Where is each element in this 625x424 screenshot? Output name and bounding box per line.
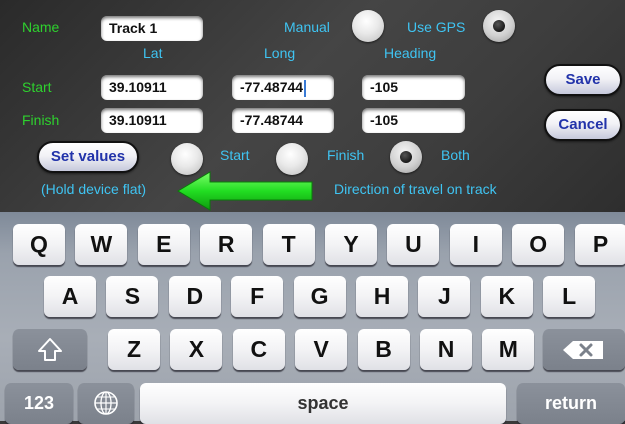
manual-radio[interactable]	[352, 10, 384, 42]
return-key[interactable]: return	[517, 383, 625, 424]
key-q[interactable]: Q	[13, 224, 65, 265]
key-y[interactable]: Y	[325, 224, 377, 265]
key-z[interactable]: Z	[108, 329, 160, 370]
shift-key[interactable]	[13, 329, 87, 370]
finish-long-field[interactable]: -77.48744	[232, 108, 334, 133]
on-screen-keyboard: QWERTYUIOP ASDFGHJKL ZXCVBNM 123 space r…	[0, 212, 625, 424]
manual-label: Manual	[284, 19, 330, 35]
key-m[interactable]: M	[482, 329, 535, 370]
key-s[interactable]: S	[106, 276, 159, 317]
key-u[interactable]: U	[387, 224, 440, 265]
key-f[interactable]: F	[231, 276, 284, 317]
key-n[interactable]: N	[420, 329, 472, 370]
start-lat-field[interactable]: 39.10911	[101, 75, 203, 100]
key-k[interactable]: K	[480, 276, 533, 317]
key-w[interactable]: W	[75, 224, 128, 265]
key-d[interactable]: D	[168, 276, 221, 317]
key-h[interactable]: H	[356, 276, 408, 317]
numbers-key[interactable]: 123	[5, 383, 73, 424]
use-gps-label: Use GPS	[407, 19, 466, 35]
both-option-radio[interactable]	[390, 141, 422, 173]
save-button[interactable]: Save	[544, 64, 622, 96]
both-option-label: Both	[441, 147, 470, 163]
key-p[interactable]: P	[574, 224, 625, 265]
use-gps-radio[interactable]	[483, 10, 515, 42]
start-heading-field[interactable]: -105	[362, 75, 465, 100]
start-row-label: Start	[22, 79, 52, 95]
key-b[interactable]: B	[357, 329, 410, 370]
delete-key[interactable]	[543, 329, 625, 370]
column-header-heading: Heading	[384, 45, 437, 61]
globe-key[interactable]	[78, 383, 134, 424]
set-values-button[interactable]: Set values	[37, 141, 139, 173]
key-o[interactable]: O	[512, 224, 565, 265]
key-t[interactable]: T	[262, 224, 315, 265]
name-label: Name	[22, 19, 60, 35]
key-j[interactable]: J	[418, 276, 471, 317]
backspace-icon	[563, 341, 603, 359]
column-header-long: Long	[264, 45, 296, 61]
cancel-button[interactable]: Cancel	[544, 109, 622, 141]
globe-icon	[94, 391, 118, 415]
track-settings-form: Name Track 1 Manual Use GPS Lat Long Hea…	[0, 0, 625, 212]
finish-row-label: Finish	[22, 112, 60, 128]
key-g[interactable]: G	[293, 276, 346, 317]
key-v[interactable]: V	[295, 329, 348, 370]
start-option-label: Start	[220, 147, 250, 163]
space-key[interactable]: space	[140, 383, 506, 424]
hold-flat-note: (Hold device flat)	[41, 181, 147, 197]
start-long-value: -77.48744	[240, 79, 304, 95]
shift-arrow-icon	[38, 338, 62, 361]
finish-option-label: Finish	[327, 147, 365, 163]
name-field[interactable]: Track 1	[101, 16, 203, 41]
finish-heading-field[interactable]: -105	[362, 108, 465, 133]
start-long-field[interactable]: -77.48744	[232, 75, 334, 100]
key-c[interactable]: C	[232, 329, 285, 370]
key-a[interactable]: A	[44, 276, 96, 317]
finish-lat-field[interactable]: 39.10911	[101, 108, 203, 133]
direction-arrow-icon	[176, 170, 316, 212]
column-header-lat: Lat	[143, 45, 163, 61]
direction-note: Direction of travel on track	[334, 181, 497, 197]
key-e[interactable]: E	[137, 224, 190, 265]
key-x[interactable]: X	[170, 329, 223, 370]
key-i[interactable]: I	[449, 224, 502, 265]
key-r[interactable]: R	[200, 224, 253, 265]
text-cursor	[304, 79, 307, 97]
key-l[interactable]: L	[543, 276, 596, 317]
